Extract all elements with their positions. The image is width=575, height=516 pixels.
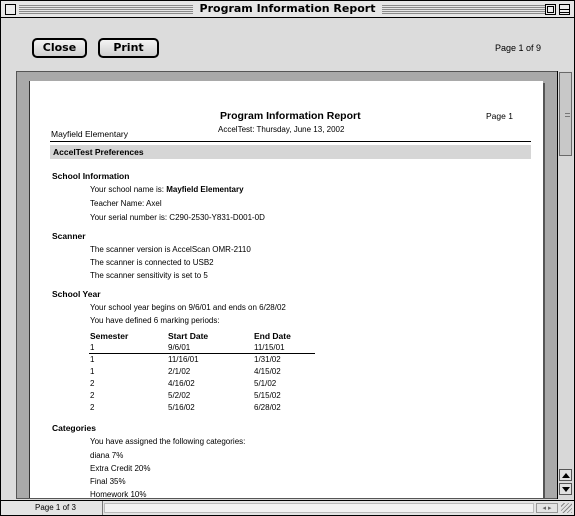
preferences-band: AccelTest Preferences [50,145,531,159]
scroll-thumb[interactable] [559,72,572,156]
zoom-box-icon[interactable] [545,4,556,15]
categories-heading: Categories [52,423,96,433]
school-info-heading: School Information [52,171,130,181]
horizontal-scroll-arrows-icon[interactable]: ◂ ▸ [536,503,558,513]
collapse-box-icon[interactable] [559,4,570,15]
category-item: diana 7% [90,451,124,460]
cell-semester: 1 [90,343,95,352]
cell-start-date: 5/16/02 [168,403,195,412]
cell-semester: 2 [90,379,95,388]
cell-end-date: 5/15/02 [254,391,281,400]
cell-start-date: 4/16/02 [168,379,195,388]
report-page-number: Page 1 [486,111,513,121]
school-name-prefix: Your school name is: [90,185,167,194]
grip-icon [565,113,570,117]
report-subtitle: AccelTest: Thursday, June 13, 2002 [218,125,345,134]
category-item: Final 35% [90,477,126,486]
categories-intro: You have assigned the following categori… [90,437,246,446]
report-page: Program Information Report AccelTest: Th… [29,81,543,499]
teacher-name-line: Teacher Name: Axel [90,199,162,208]
title-bar[interactable]: Program Information Report [1,1,574,18]
cell-semester: 2 [90,403,95,412]
report-title: Program Information Report [220,110,361,122]
cell-start-date: 5/2/02 [168,391,191,400]
scroll-up-arrow-icon[interactable] [559,469,572,481]
category-item: Extra Credit 20% [90,464,151,473]
report-school-name: Mayfield Elementary [51,129,129,139]
col-semester-header: Semester [90,331,129,341]
school-year-line: Your school year begins on 9/6/01 and en… [90,303,286,312]
cell-end-date: 6/28/02 [254,403,281,412]
cell-semester: 1 [90,355,95,364]
cell-semester: 2 [90,391,95,400]
cell-start-date: 11/16/01 [168,355,199,364]
school-name-line: Your school name is: Mayfield Elementary [90,185,244,194]
page-indicator: Page 1 of 9 [494,43,541,53]
cell-end-date: 1/31/02 [254,355,281,364]
col-end-date-header: End Date [254,331,291,341]
window-title: Program Information Report [192,2,383,16]
serial-number-line: Your serial number is: C290-2530-Y831-D0… [90,213,265,222]
school-year-heading: School Year [52,289,101,299]
status-bar: Page 1 of 3 ◂ ▸ [1,500,574,515]
cell-semester: 1 [90,367,95,376]
header-rule [50,141,531,142]
scanner-line: The scanner is connected to USB2 [90,258,214,267]
report-viewport[interactable]: Program Information Report AccelTest: Th… [16,71,561,499]
report-window: Program Information Report Close Print P… [0,0,575,516]
cell-start-date: 9/6/01 [168,343,191,352]
scanner-line: The scanner sensitivity is set to 5 [90,271,208,280]
scroll-down-arrow-icon[interactable] [559,483,572,495]
cell-end-date: 11/15/01 [254,343,285,352]
col-start-date-header: Start Date [168,331,209,341]
school-year-line: You have defined 6 marking periods: [90,316,220,325]
cell-start-date: 2/1/02 [168,367,191,376]
resize-handle-icon[interactable] [561,503,572,513]
close-box-icon[interactable] [5,4,16,15]
scanner-heading: Scanner [52,231,86,241]
category-item: Homework 10% [90,490,147,499]
page-count-status: Page 1 of 3 [1,501,103,515]
print-button[interactable]: Print [98,38,159,58]
close-button[interactable]: Close [32,38,87,58]
preferences-heading: AccelTest Preferences [53,147,144,157]
vertical-scrollbar[interactable] [557,71,573,499]
cell-end-date: 4/15/02 [254,367,281,376]
table-header-rule [89,353,315,354]
scanner-line: The scanner version is AccelScan OMR-211… [90,245,251,254]
school-name-value: Mayfield Elementary [166,185,244,194]
horizontal-scrollbar[interactable] [104,503,534,513]
toolbar: Close Print Page 1 of 9 [1,19,574,71]
cell-end-date: 5/1/02 [254,379,277,388]
